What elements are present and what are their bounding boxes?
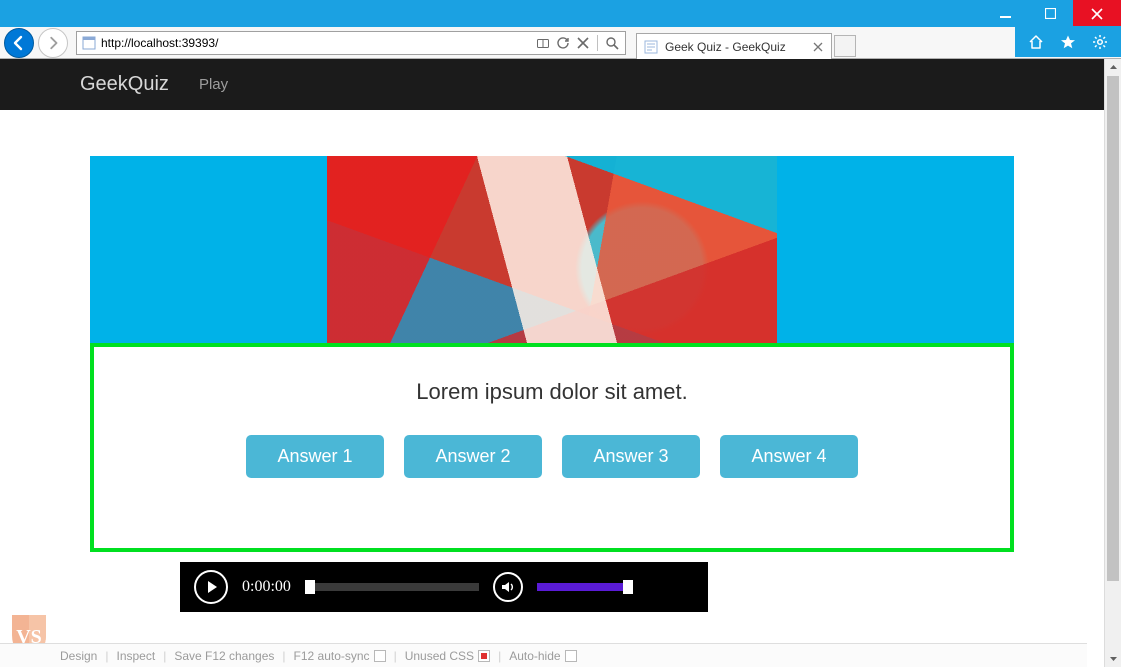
- nav-play-link[interactable]: Play: [199, 76, 228, 93]
- unused-css-checkbox[interactable]: [478, 650, 490, 662]
- home-icon[interactable]: [1027, 33, 1045, 51]
- tab-close-icon[interactable]: [811, 40, 825, 54]
- site-brand[interactable]: GeekQuiz: [80, 73, 169, 96]
- answer-button-4[interactable]: Answer 4: [720, 435, 858, 478]
- devbar-unused[interactable]: Unused CSS: [405, 649, 490, 663]
- question-card: Lorem ipsum dolor sit amet. Answer 1 Ans…: [90, 343, 1014, 552]
- tab-strip: Geek Quiz - GeekQuiz: [636, 27, 856, 58]
- window-close-button[interactable]: [1073, 0, 1121, 27]
- window-maximize-button[interactable]: [1028, 0, 1073, 27]
- page-favicon-icon: [81, 35, 97, 51]
- devbar-save[interactable]: Save F12 changes: [174, 649, 274, 663]
- devbar-inspect[interactable]: Inspect: [116, 649, 155, 663]
- tab-favicon-icon: [643, 39, 659, 55]
- stop-icon[interactable]: [574, 34, 592, 52]
- nav-forward-button[interactable]: [38, 28, 68, 58]
- scroll-down-arrow[interactable]: [1105, 650, 1121, 667]
- autosync-checkbox[interactable]: [374, 650, 386, 662]
- browser-tools: [1015, 26, 1121, 57]
- search-icon[interactable]: [603, 34, 621, 52]
- seek-thumb[interactable]: [305, 580, 315, 594]
- question-text: Lorem ipsum dolor sit amet.: [94, 379, 1010, 405]
- browserlink-toolbar: Design | Inspect | Save F12 changes | F1…: [0, 643, 1087, 667]
- play-button[interactable]: [194, 570, 228, 604]
- new-tab-button[interactable]: [834, 35, 856, 57]
- browser-viewport: GeekQuiz Play Lorem ipsum dolor sit amet…: [0, 59, 1121, 667]
- vertical-scrollbar[interactable]: [1104, 59, 1121, 667]
- autohide-checkbox[interactable]: [565, 650, 577, 662]
- answer-button-3[interactable]: Answer 3: [562, 435, 700, 478]
- window-titlebar: [0, 0, 1121, 27]
- answer-button-1[interactable]: Answer 1: [246, 435, 384, 478]
- compat-view-icon[interactable]: [534, 34, 552, 52]
- url-input[interactable]: [101, 36, 530, 50]
- nav-back-button[interactable]: [4, 28, 34, 58]
- tools-gear-icon[interactable]: [1091, 33, 1109, 51]
- window-minimize-button[interactable]: [983, 0, 1028, 27]
- browser-toolbar: Geek Quiz - GeekQuiz: [0, 27, 1121, 59]
- page-content: GeekQuiz Play Lorem ipsum dolor sit amet…: [0, 59, 1104, 612]
- volume-bar[interactable]: [537, 583, 633, 591]
- scroll-up-arrow[interactable]: [1105, 59, 1121, 76]
- volume-thumb[interactable]: [623, 580, 633, 594]
- refresh-icon[interactable]: [554, 34, 572, 52]
- tab-title: Geek Quiz - GeekQuiz: [665, 40, 786, 54]
- media-player: 0:00:00: [180, 562, 708, 612]
- answer-button-2[interactable]: Answer 2: [404, 435, 542, 478]
- scrollbar-thumb[interactable]: [1107, 76, 1119, 581]
- favorites-star-icon[interactable]: [1059, 33, 1077, 51]
- hero-image: [327, 156, 777, 343]
- hero-banner: [90, 156, 1014, 343]
- timecode: 0:00:00: [242, 578, 291, 596]
- devbar-design[interactable]: Design: [60, 649, 97, 663]
- answers-row: Answer 1 Answer 2 Answer 3 Answer 4: [94, 435, 1010, 478]
- address-bar[interactable]: [76, 31, 626, 55]
- site-navbar: GeekQuiz Play: [0, 59, 1104, 110]
- seek-bar[interactable]: [305, 583, 479, 591]
- browser-tab[interactable]: Geek Quiz - GeekQuiz: [636, 33, 832, 59]
- scrollbar-track[interactable]: [1105, 76, 1121, 650]
- volume-button[interactable]: [493, 572, 523, 602]
- devbar-autohide[interactable]: Auto-hide: [509, 649, 576, 663]
- devbar-autosync[interactable]: F12 auto-sync: [294, 649, 386, 663]
